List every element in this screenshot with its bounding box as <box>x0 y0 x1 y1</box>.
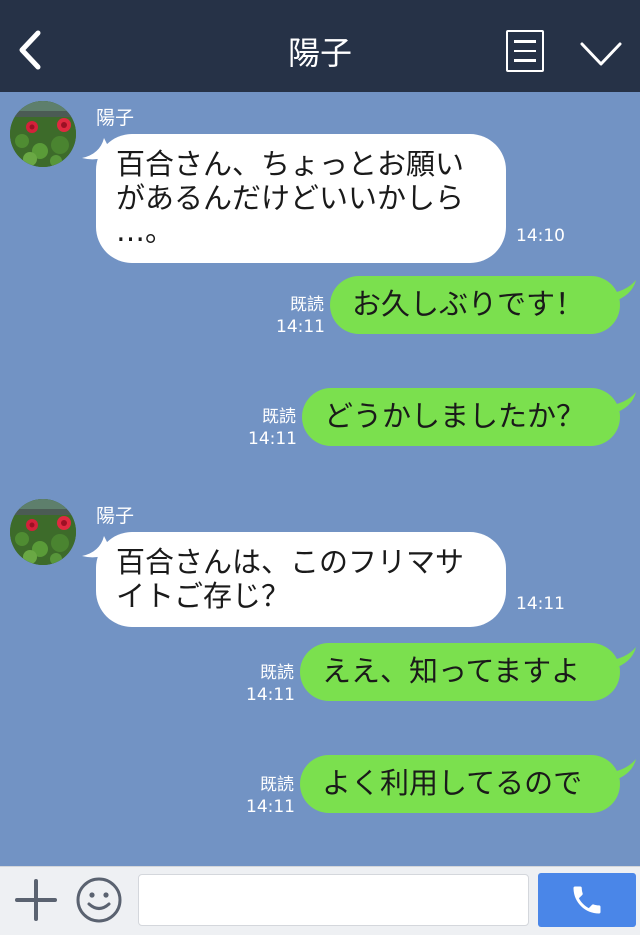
smiley-icon <box>76 877 122 923</box>
chevron-down-icon <box>580 42 622 66</box>
message-bubble-outgoing[interactable]: ええ、知ってますよ <box>300 643 620 701</box>
read-receipt: 既読 14:11 <box>246 774 295 818</box>
bubble-tail <box>606 392 636 414</box>
message-time: 14:10 <box>516 226 565 246</box>
message-time: 14:11 <box>246 797 295 818</box>
more-button[interactable] <box>578 36 624 72</box>
message-bubble-outgoing[interactable]: よく利用してるので <box>300 755 620 813</box>
notes-icon-line <box>514 59 536 62</box>
message-bubble-incoming[interactable]: 百合さん、ちょっとお願い があるんだけどいいかしら …。 <box>96 134 506 263</box>
avatar[interactable] <box>10 101 76 167</box>
message-time: 14:11 <box>276 317 325 338</box>
sender-name: 陽子 <box>96 107 135 129</box>
message-bubble-outgoing[interactable]: どうかしましたか？ <box>302 388 620 446</box>
message-line: があるんだけどいいかしら <box>116 180 465 215</box>
message-time: 14:11 <box>516 594 565 614</box>
message-time: 14:11 <box>246 685 295 706</box>
notes-button[interactable] <box>506 30 544 72</box>
read-receipt: 既読 14:11 <box>246 662 295 706</box>
notes-icon-line <box>514 40 536 43</box>
page-title: 陽子 <box>287 34 352 72</box>
message-list[interactable]: 陽子 百合さん、ちょっとお願い があるんだけどいいかしら …。 14:10 既読… <box>0 92 640 866</box>
read-label: 既読 <box>260 775 294 795</box>
bubble-tail <box>606 647 636 669</box>
message-input-bar <box>0 866 640 935</box>
attach-button[interactable] <box>14 877 58 923</box>
read-label: 既読 <box>262 407 296 427</box>
message-line: …。 <box>116 214 175 249</box>
message-bubble-outgoing[interactable]: お久しぶりです！ <box>330 276 620 334</box>
read-label: 既読 <box>260 663 294 683</box>
chat-header: 陽子 <box>0 0 640 92</box>
avatar-flower-image <box>10 101 76 167</box>
avatar[interactable] <box>10 499 76 565</box>
sender-name: 陽子 <box>96 505 135 527</box>
read-receipt: 既読 14:11 <box>248 406 297 450</box>
bubble-tail <box>606 759 636 781</box>
emoji-button[interactable] <box>74 875 124 925</box>
read-label: 既読 <box>290 295 324 315</box>
call-button[interactable] <box>538 873 636 927</box>
message-time: 14:11 <box>248 429 297 450</box>
message-input[interactable] <box>138 874 529 926</box>
notes-icon-line <box>514 49 536 53</box>
message-line: 百合さんは、このフリマサ <box>116 545 465 579</box>
phone-icon <box>573 886 601 914</box>
plus-icon <box>15 879 57 921</box>
message-bubble-incoming[interactable]: 百合さんは、このフリマサ イトご存じ？ <box>96 532 506 628</box>
message-line: 百合さん、ちょっとお願い <box>116 147 465 181</box>
avatar-flower-image <box>10 499 76 565</box>
read-receipt: 既読 14:11 <box>276 294 325 338</box>
message-line: イトご存じ？ <box>116 578 291 613</box>
bubble-tail <box>606 280 636 302</box>
